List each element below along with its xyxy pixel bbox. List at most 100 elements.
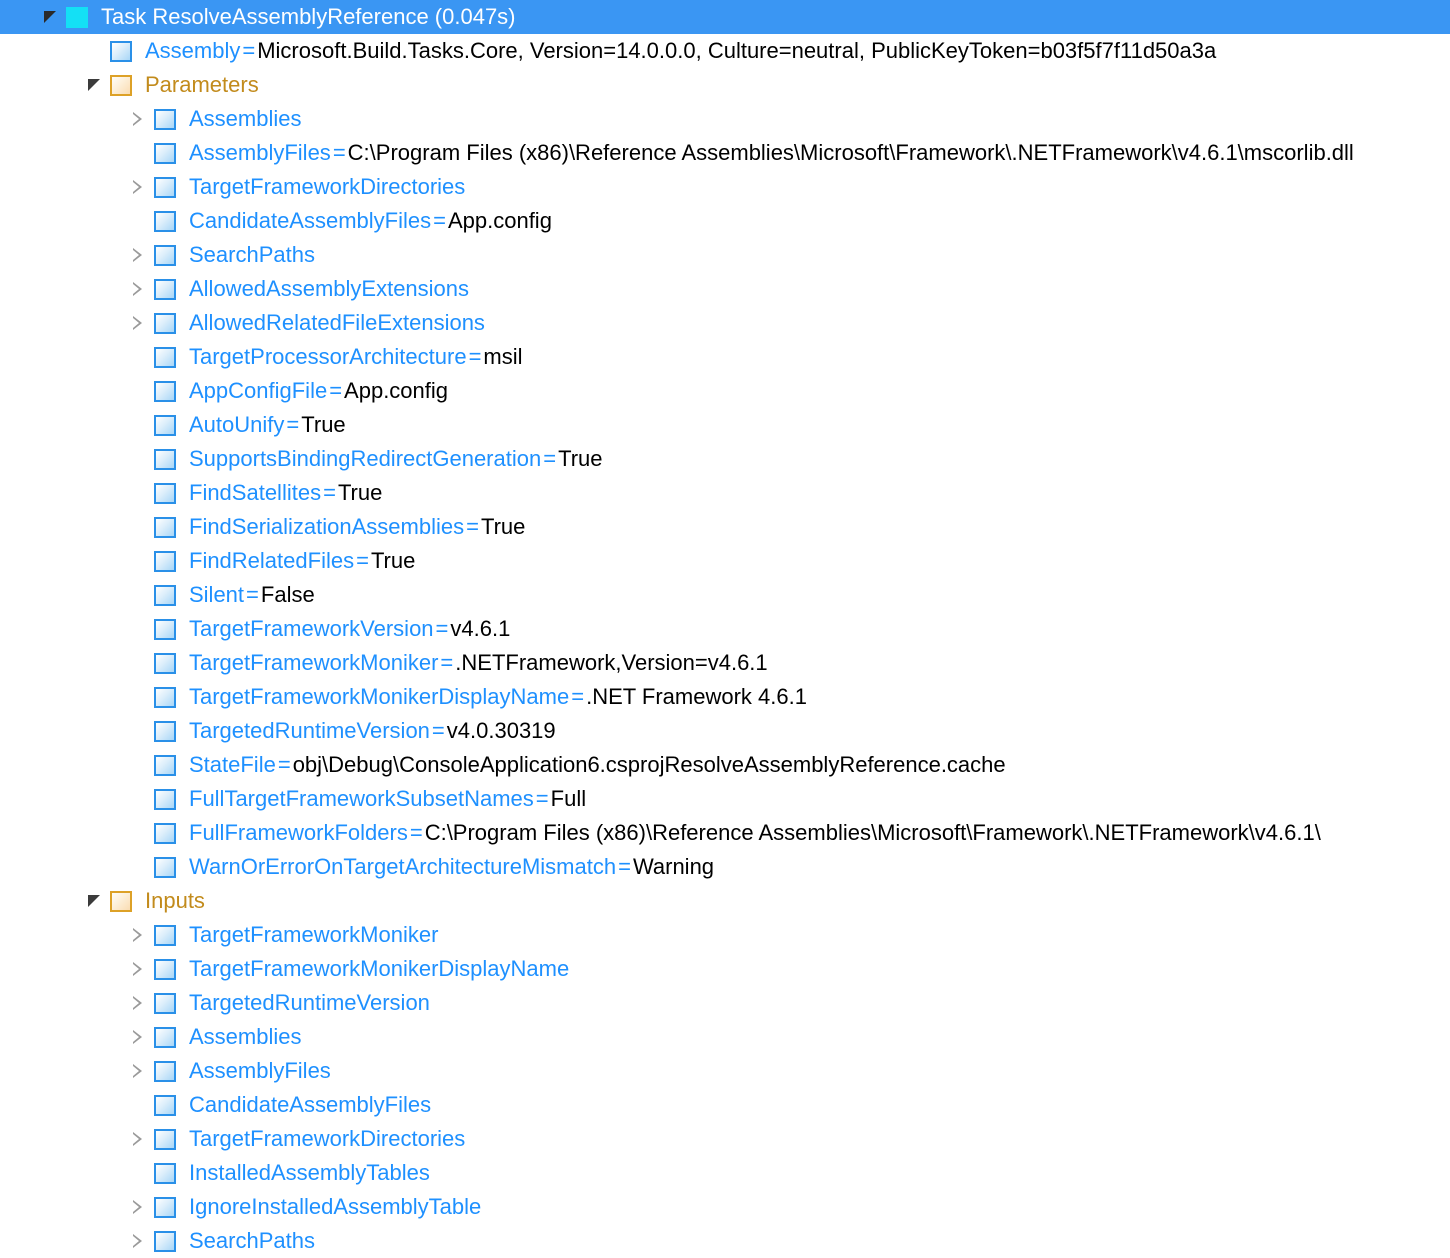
tree-row[interactable]: Task ResolveAssemblyReference (0.047s) — [0, 0, 1450, 34]
expander-collapsed-icon[interactable] — [124, 1190, 154, 1224]
expander-collapsed-icon[interactable] — [124, 1224, 154, 1258]
build-log-tree[interactable]: Task ResolveAssemblyReference (0.047s) As… — [0, 0, 1450, 1258]
chevron-down-icon — [88, 895, 100, 907]
node-name[interactable]: WarnOrErrorOnTargetArchitectureMismatch — [189, 854, 616, 880]
tree-row[interactable]: CandidateAssemblyFiles — [0, 1088, 1450, 1122]
node-name[interactable]: SupportsBindingRedirectGeneration — [189, 446, 541, 472]
node-name[interactable]: TargetFrameworkMonikerDisplayName — [189, 956, 569, 982]
tree-row[interactable]: IgnoreInstalledAssemblyTable — [0, 1190, 1450, 1224]
tree-row[interactable]: TargetFrameworkDirectories — [0, 1122, 1450, 1156]
expander-collapsed-icon[interactable] — [124, 918, 154, 952]
node-name[interactable]: CandidateAssemblyFiles — [189, 208, 431, 234]
node-name[interactable]: AllowedRelatedFileExtensions — [189, 310, 485, 336]
node-name[interactable]: Task ResolveAssemblyReference (0.047s) — [101, 4, 516, 30]
node-name[interactable]: TargetedRuntimeVersion — [189, 718, 430, 744]
node-name[interactable]: AllowedAssemblyExtensions — [189, 276, 469, 302]
expander-expanded-icon[interactable] — [80, 68, 110, 102]
tree-row[interactable]: AssemblyFiles — [0, 1054, 1450, 1088]
node-name[interactable]: FindSatellites — [189, 480, 321, 506]
expander-expanded-icon[interactable] — [36, 0, 66, 34]
expander-collapsed-icon[interactable] — [124, 272, 154, 306]
expander-collapsed-icon[interactable] — [124, 306, 154, 340]
node-name[interactable]: Inputs — [145, 888, 205, 914]
expander-collapsed-icon[interactable] — [124, 170, 154, 204]
node-name[interactable]: FindSerializationAssemblies — [189, 514, 464, 540]
node-name[interactable]: Assemblies — [189, 106, 301, 132]
tree-row[interactable]: FindSatellites = True — [0, 476, 1450, 510]
tree-row[interactable]: TargetFrameworkMoniker — [0, 918, 1450, 952]
tree-row[interactable]: Silent = False — [0, 578, 1450, 612]
tree-row[interactable]: AllowedRelatedFileExtensions — [0, 306, 1450, 340]
indent-spacer — [0, 153, 124, 154]
tree-row[interactable]: TargetFrameworkVersion = v4.6.1 — [0, 612, 1450, 646]
expander-collapsed-icon[interactable] — [124, 1054, 154, 1088]
tree-row[interactable]: TargetedRuntimeVersion = v4.0.30319 — [0, 714, 1450, 748]
indent-spacer — [0, 1173, 124, 1174]
node-name[interactable]: Silent — [189, 582, 244, 608]
tree-row[interactable]: Parameters — [0, 68, 1450, 102]
tree-row[interactable]: AppConfigFile = App.config — [0, 374, 1450, 408]
tree-row[interactable]: Assemblies — [0, 1020, 1450, 1054]
node-name[interactable]: TargetProcessorArchitecture — [189, 344, 467, 370]
node-name[interactable]: Assembly — [145, 38, 240, 64]
property-node-icon — [154, 1196, 176, 1218]
expander-expanded-icon[interactable] — [80, 884, 110, 918]
tree-row[interactable]: Assemblies — [0, 102, 1450, 136]
tree-row[interactable]: TargetedRuntimeVersion — [0, 986, 1450, 1020]
tree-row[interactable]: SearchPaths — [0, 1224, 1450, 1258]
expander-collapsed-icon[interactable] — [124, 986, 154, 1020]
node-name[interactable]: AssemblyFiles — [189, 140, 331, 166]
node-name[interactable]: TargetFrameworkVersion — [189, 616, 434, 642]
node-name[interactable]: AppConfigFile — [189, 378, 327, 404]
tree-row[interactable]: FindRelatedFiles = True — [0, 544, 1450, 578]
expander-collapsed-icon[interactable] — [124, 1122, 154, 1156]
expander-collapsed-icon[interactable] — [124, 102, 154, 136]
tree-row[interactable]: TargetFrameworkDirectories — [0, 170, 1450, 204]
expander-collapsed-icon[interactable] — [124, 952, 154, 986]
node-name[interactable]: FindRelatedFiles — [189, 548, 354, 574]
property-node-icon — [154, 244, 176, 266]
tree-row[interactable]: InstalledAssemblyTables — [0, 1156, 1450, 1190]
tree-row[interactable]: FindSerializationAssemblies = True — [0, 510, 1450, 544]
node-name[interactable]: AssemblyFiles — [189, 1058, 331, 1084]
expander-placeholder — [124, 680, 154, 714]
tree-row[interactable]: TargetProcessorArchitecture = msil — [0, 340, 1450, 374]
node-name[interactable]: AutoUnify — [189, 412, 284, 438]
node-name[interactable]: InstalledAssemblyTables — [189, 1160, 430, 1186]
node-name[interactable]: TargetFrameworkMoniker — [189, 922, 438, 948]
tree-row[interactable]: SearchPaths — [0, 238, 1450, 272]
tree-row[interactable]: AllowedAssemblyExtensions — [0, 272, 1450, 306]
tree-row[interactable]: TargetFrameworkMonikerDisplayName — [0, 952, 1450, 986]
tree-row[interactable]: Assembly = Microsoft.Build.Tasks.Core, Ver… — [0, 34, 1450, 68]
tree-row[interactable]: TargetFrameworkMoniker = .NETFramework,Ver… — [0, 646, 1450, 680]
tree-row[interactable]: StateFile = obj\Debug\ConsoleApplication6.… — [0, 748, 1450, 782]
tree-row[interactable]: AssemblyFiles = C:\Program Files (x86)\Ref… — [0, 136, 1450, 170]
property-node-icon — [154, 482, 176, 504]
node-name[interactable]: Parameters — [145, 72, 259, 98]
tree-row[interactable]: CandidateAssemblyFiles = App.config — [0, 204, 1450, 238]
tree-row[interactable]: Inputs — [0, 884, 1450, 918]
tree-row[interactable]: FullFrameworkFolders = C:\Program Files (x… — [0, 816, 1450, 850]
node-name[interactable]: TargetFrameworkMonikerDisplayName — [189, 684, 569, 710]
expander-collapsed-icon[interactable] — [124, 238, 154, 272]
node-name[interactable]: StateFile — [189, 752, 276, 778]
node-name[interactable]: FullTargetFrameworkSubsetNames — [189, 786, 534, 812]
expander-collapsed-icon[interactable] — [124, 1020, 154, 1054]
node-name[interactable]: IgnoreInstalledAssemblyTable — [189, 1194, 481, 1220]
property-node-icon — [154, 584, 176, 606]
node-name[interactable]: SearchPaths — [189, 1228, 315, 1254]
node-name[interactable]: TargetedRuntimeVersion — [189, 990, 430, 1016]
indent-spacer — [0, 119, 124, 120]
node-name[interactable]: FullFrameworkFolders — [189, 820, 408, 846]
node-name[interactable]: TargetFrameworkMoniker — [189, 650, 438, 676]
tree-row[interactable]: SupportsBindingRedirectGeneration = True — [0, 442, 1450, 476]
node-name[interactable]: CandidateAssemblyFiles — [189, 1092, 431, 1118]
tree-row[interactable]: TargetFrameworkMonikerDisplayName = .NET F… — [0, 680, 1450, 714]
tree-row[interactable]: AutoUnify = True — [0, 408, 1450, 442]
node-name[interactable]: Assemblies — [189, 1024, 301, 1050]
node-name[interactable]: TargetFrameworkDirectories — [189, 1126, 465, 1152]
tree-row[interactable]: WarnOrErrorOnTargetArchitectureMismatch =… — [0, 850, 1450, 884]
node-name[interactable]: TargetFrameworkDirectories — [189, 174, 465, 200]
node-name[interactable]: SearchPaths — [189, 242, 315, 268]
tree-row[interactable]: FullTargetFrameworkSubsetNames = Full — [0, 782, 1450, 816]
